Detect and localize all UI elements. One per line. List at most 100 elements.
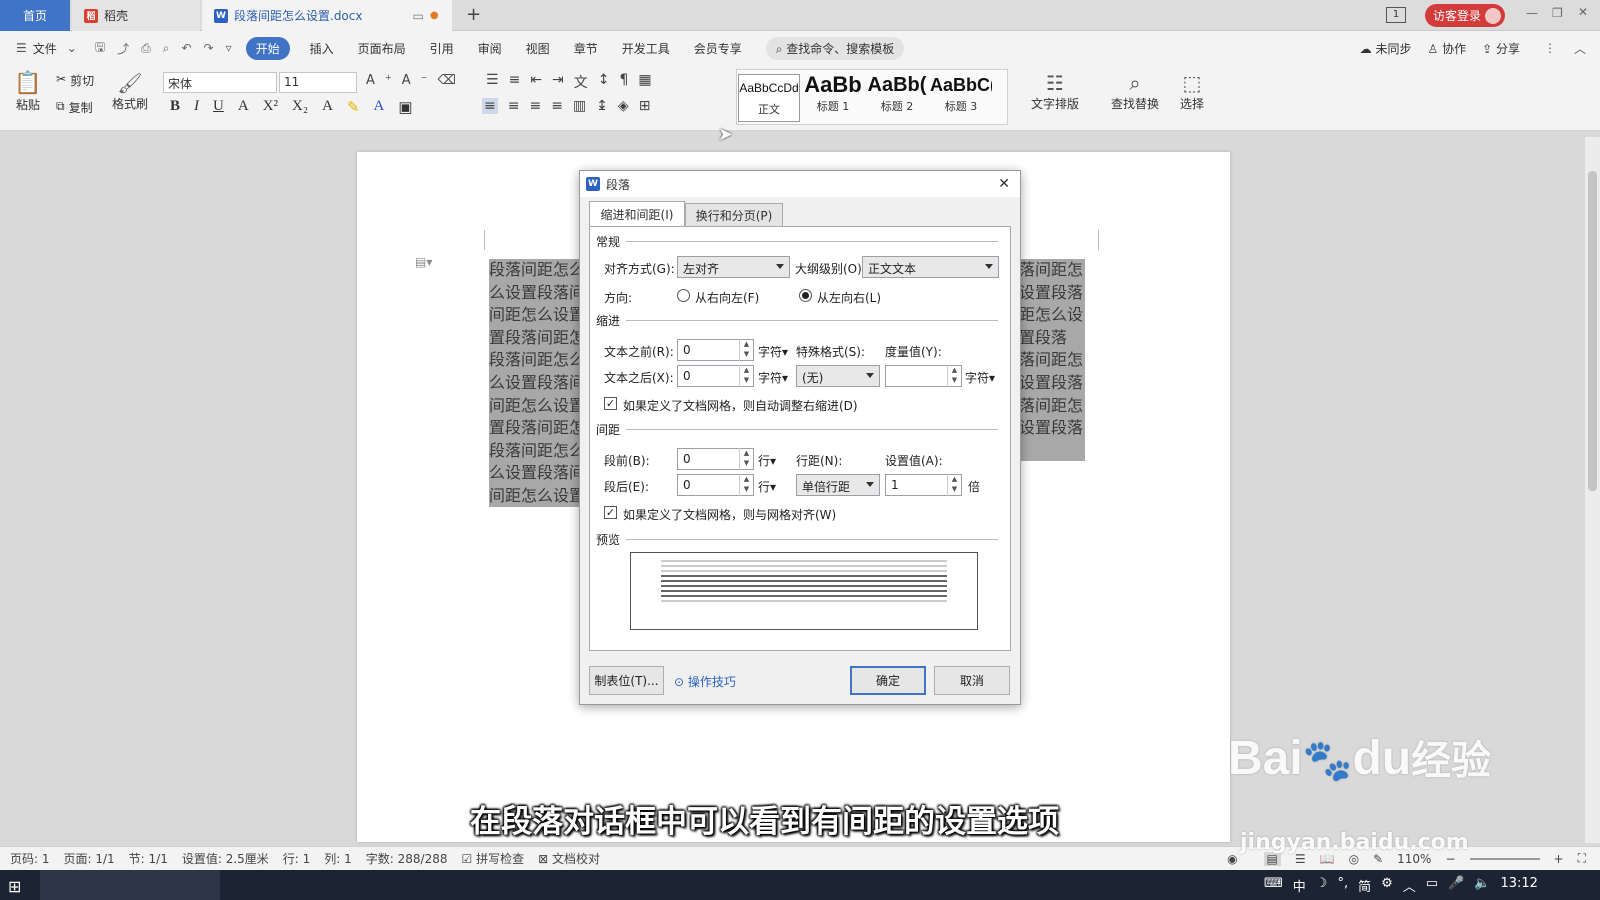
window-count-badge[interactable]: 1 <box>1386 7 1406 23</box>
space-before-input[interactable]: 0 ▲ ▼ <box>677 448 754 470</box>
more-icon[interactable]: ⋮ <box>1544 41 1556 55</box>
set-value-input[interactable]: 1 ▲ ▼ <box>885 474 962 496</box>
rtl-radio[interactable] <box>677 289 690 302</box>
sync-status[interactable]: ☁ 未同步 <box>1360 40 1412 57</box>
format-painter-button[interactable]: 🖌 格式刷 <box>110 71 150 112</box>
space-before-unit[interactable]: 行▾ <box>758 452 776 469</box>
selected-text-right[interactable]: 落间距怎 设置段落 距怎么设 置段落 落间距怎 设置段落 落间距怎 设置段落 <box>1019 259 1085 461</box>
zoom-slider[interactable] <box>1469 857 1540 860</box>
before-text-input[interactable]: 0 ▲ ▼ <box>677 339 754 361</box>
spinner-icon[interactable]: ▲ ▼ <box>947 365 961 387</box>
zoom-in-icon[interactable]: + <box>1554 852 1564 866</box>
spinner-icon[interactable]: ▲ ▼ <box>739 365 753 387</box>
ltr-radio[interactable] <box>799 289 812 302</box>
network-icon[interactable]: ▭ <box>1426 876 1438 895</box>
moon-icon[interactable]: ☽ <box>1316 876 1328 895</box>
borders-icon[interactable]: ⊞ <box>639 98 651 114</box>
settings-icon[interactable]: ⚙ <box>1381 876 1393 895</box>
outline-level-select[interactable]: 正文文本 <box>862 256 999 278</box>
selected-text-left[interactable]: 段落间距怎么 么设置段落间 间距怎么设置 置段落间距怎 段落间距怎么 么设置段落间 间距怎么… <box>489 259 585 507</box>
menu-references[interactable]: 引用 <box>430 40 454 57</box>
save-icon[interactable]: 🖫 <box>95 38 105 59</box>
ime-simplified[interactable]: 简 <box>1358 876 1371 895</box>
table-icon[interactable]: ▦ <box>638 72 651 92</box>
cancel-button[interactable]: 取消 <box>934 666 1010 695</box>
windows-start-icon[interactable]: ⊞ <box>8 877 21 896</box>
spinner-icon[interactable]: ▲ ▼ <box>739 339 753 361</box>
ltr-label[interactable]: 从左向右(L) <box>817 289 881 306</box>
chinese-layout-icon[interactable]: 文 <box>574 72 588 92</box>
microphone-icon[interactable]: 🎤 <box>1448 876 1464 895</box>
chevron-down-icon[interactable]: ⌄ <box>67 41 77 55</box>
increase-indent-icon[interactable]: ⇥ <box>552 72 564 92</box>
italic-icon[interactable]: I <box>194 98 199 117</box>
chevron-up-icon[interactable]: ︿ <box>1403 876 1416 895</box>
vertical-scrollbar[interactable] <box>1585 137 1600 843</box>
tab-home[interactable]: 首页 <box>0 0 70 31</box>
snap-grid-checkbox[interactable]: ✓ <box>604 506 617 519</box>
menu-view[interactable]: 视图 <box>526 40 550 57</box>
status-page-number[interactable]: 页码: 1 <box>10 850 50 867</box>
menu-review[interactable]: 审阅 <box>478 40 502 57</box>
tab-docer[interactable]: 稻 稻壳 <box>72 0 200 31</box>
menu-file[interactable]: 文件 <box>33 40 57 57</box>
status-col[interactable]: 列: 1 <box>324 850 352 867</box>
redo-icon[interactable]: ↷ <box>204 41 214 55</box>
rtl-label[interactable]: 从右向左(F) <box>695 289 759 306</box>
guest-login-button[interactable]: 访客登录 <box>1425 4 1505 27</box>
tab-line-page-break[interactable]: 换行和分页(P) <box>685 203 783 226</box>
special-format-select[interactable]: (无) <box>796 365 880 387</box>
bold-icon[interactable]: B <box>170 98 180 117</box>
spinner-icon[interactable]: ▲ ▼ <box>947 474 961 496</box>
font-name-select[interactable]: 宋体 <box>163 72 277 93</box>
line-spacing-icon[interactable]: ↨ <box>596 98 608 114</box>
spinner-icon[interactable]: ▲ ▼ <box>739 474 753 496</box>
collaborate-button[interactable]: ♙ 协作 <box>1427 40 1466 57</box>
menu-page-layout[interactable]: 页面布局 <box>358 40 406 57</box>
minimize-icon[interactable]: — <box>1526 6 1538 20</box>
auto-indent-checkbox[interactable]: ✓ <box>604 397 617 410</box>
spellcheck-button[interactable]: ☑ 拼写检查 <box>462 850 525 867</box>
close-icon[interactable]: ✕ <box>1578 5 1588 19</box>
scrollbar-thumb[interactable] <box>1588 171 1597 491</box>
keyboard-icon[interactable]: ⌨ <box>1264 876 1283 895</box>
clock[interactable]: 13:12 <box>1500 876 1537 895</box>
number-list-icon[interactable]: ≡ <box>509 72 521 92</box>
paragraph-handle-icon[interactable]: ▤▾ <box>415 255 432 269</box>
tabs-button[interactable]: 制表位(T)... <box>589 666 664 695</box>
customize-icon[interactable]: ▿ <box>226 41 232 55</box>
menu-home-tab[interactable]: 开始 <box>245 36 290 60</box>
new-tab-button[interactable]: + <box>466 4 481 25</box>
measure-input[interactable]: ▲ ▼ <box>885 365 962 387</box>
find-replace-button[interactable]: ⌕ 查找替换 <box>1106 71 1164 112</box>
dialog-close-icon[interactable]: ✕ <box>998 176 1010 192</box>
align-center-icon[interactable]: ≡ <box>508 98 520 114</box>
undo-icon[interactable]: ↶ <box>181 41 191 55</box>
eye-protection-icon[interactable]: ◉ <box>1227 852 1237 866</box>
auto-indent-label[interactable]: 如果定义了文档网格，则自动调整右缩进(D) <box>623 397 858 414</box>
menu-member[interactable]: 会员专享 <box>694 40 742 57</box>
tab-document[interactable]: W 段落间距怎么设置.docx ▭ ● <box>202 0 452 31</box>
style-heading-1[interactable]: AaBb 标题 1 <box>802 72 864 120</box>
fullscreen-icon[interactable]: ⛶ <box>1578 851 1586 866</box>
style-normal[interactable]: AaBbCcDd 正文 <box>738 74 800 122</box>
select-button[interactable]: ⬚ 选择 <box>1172 71 1212 112</box>
superscript-icon[interactable]: X² <box>263 98 278 117</box>
cut-button[interactable]: ✂ 剪切 <box>56 72 94 89</box>
status-section[interactable]: 节: 1/1 <box>129 850 168 867</box>
ok-button[interactable]: 确定 <box>850 666 926 695</box>
justify-icon[interactable]: ≡ <box>551 98 563 114</box>
ime-mode[interactable]: 中 <box>1293 876 1306 895</box>
print-icon[interactable]: ⎙ <box>141 41 151 56</box>
subscript-icon[interactable]: X₂ <box>292 98 308 117</box>
strikethrough-icon[interactable]: A <box>238 98 249 117</box>
style-heading-3[interactable]: AaBbC( 标题 3 <box>930 72 992 120</box>
menu-chapter[interactable]: 章节 <box>574 40 598 57</box>
menu-developer[interactable]: 开发工具 <box>622 40 670 57</box>
align-right-icon[interactable]: ≡ <box>529 98 541 114</box>
collapse-ribbon-icon[interactable]: ︿ <box>1574 40 1586 57</box>
spinner-icon[interactable]: ▲ ▼ <box>739 448 753 470</box>
punctuation-icon[interactable]: °, <box>1337 876 1348 895</box>
status-word-count[interactable]: 字数: 288/288 <box>366 850 448 867</box>
export-icon[interactable]: ⤴ <box>117 40 129 57</box>
